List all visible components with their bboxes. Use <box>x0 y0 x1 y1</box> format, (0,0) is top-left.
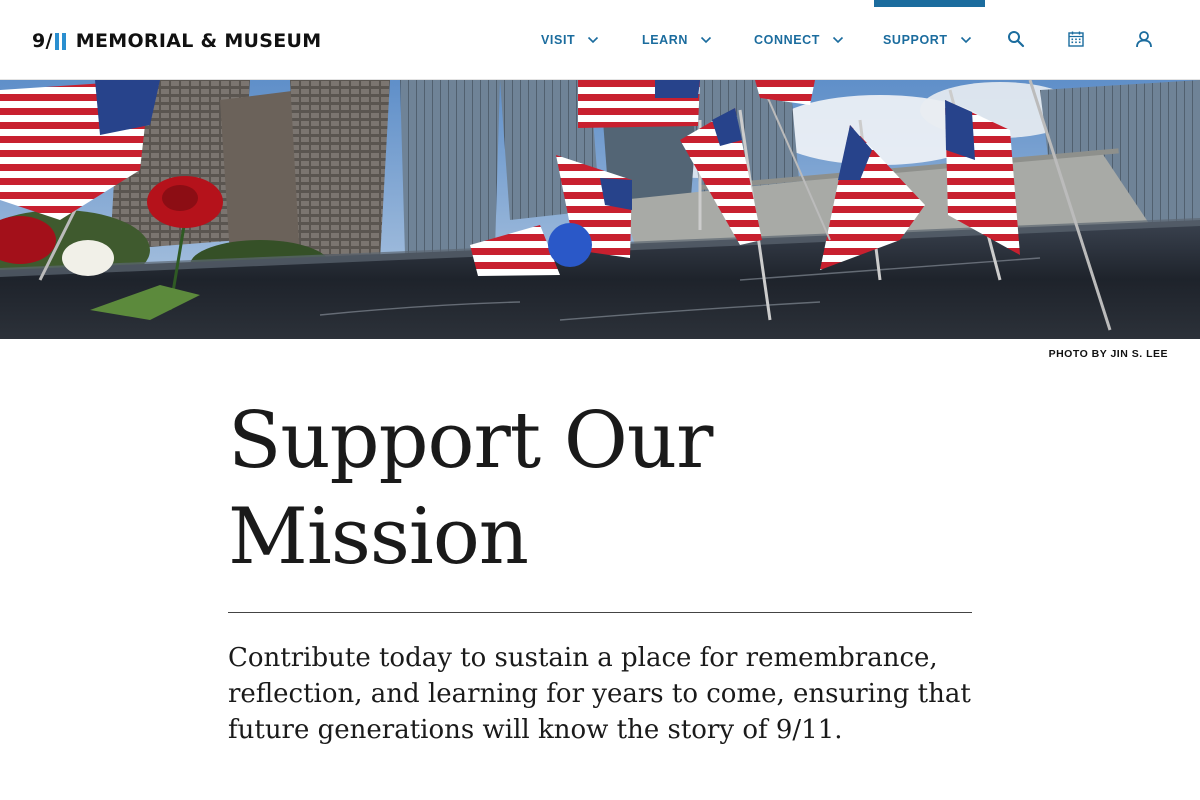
logo-text: MEMORIAL & MUSEUM <box>75 30 322 52</box>
photo-credit: PHOTO BY JIN S. LEE <box>1048 348 1168 360</box>
nav-learn[interactable]: LEARN <box>642 0 712 80</box>
nav-connect[interactable]: CONNECT <box>754 0 844 80</box>
page-title-line2: Mission <box>228 492 529 582</box>
nav-learn-label: LEARN <box>642 33 689 47</box>
nav-support[interactable]: SUPPORT <box>874 0 985 80</box>
site-logo[interactable]: 9/ MEMORIAL & MUSEUM <box>32 29 321 53</box>
logo-bars-icon <box>54 32 66 50</box>
site-header: 9/ MEMORIAL & MUSEUM VISIT LEARN CONNECT… <box>0 0 1200 80</box>
nav-visit[interactable]: VISIT <box>541 0 599 80</box>
search-icon[interactable] <box>1003 26 1029 52</box>
calendar-icon[interactable] <box>1063 26 1089 52</box>
page-title-line1: Support Our <box>228 396 713 486</box>
chevron-down-icon <box>960 34 972 46</box>
logo-number: 9/ <box>32 30 53 52</box>
page-title: Support Our Mission <box>228 393 828 585</box>
nav-connect-label: CONNECT <box>754 33 821 47</box>
chevron-down-icon <box>587 34 599 46</box>
nav-visit-label: VISIT <box>541 33 576 47</box>
chevron-down-icon <box>700 34 712 46</box>
nav-support-label: SUPPORT <box>883 33 948 47</box>
lead-paragraph: Contribute today to sustain a place for … <box>228 643 971 745</box>
chevron-down-icon <box>832 34 844 46</box>
account-icon[interactable] <box>1131 26 1157 52</box>
hero-image <box>0 80 1200 339</box>
divider <box>228 612 972 613</box>
